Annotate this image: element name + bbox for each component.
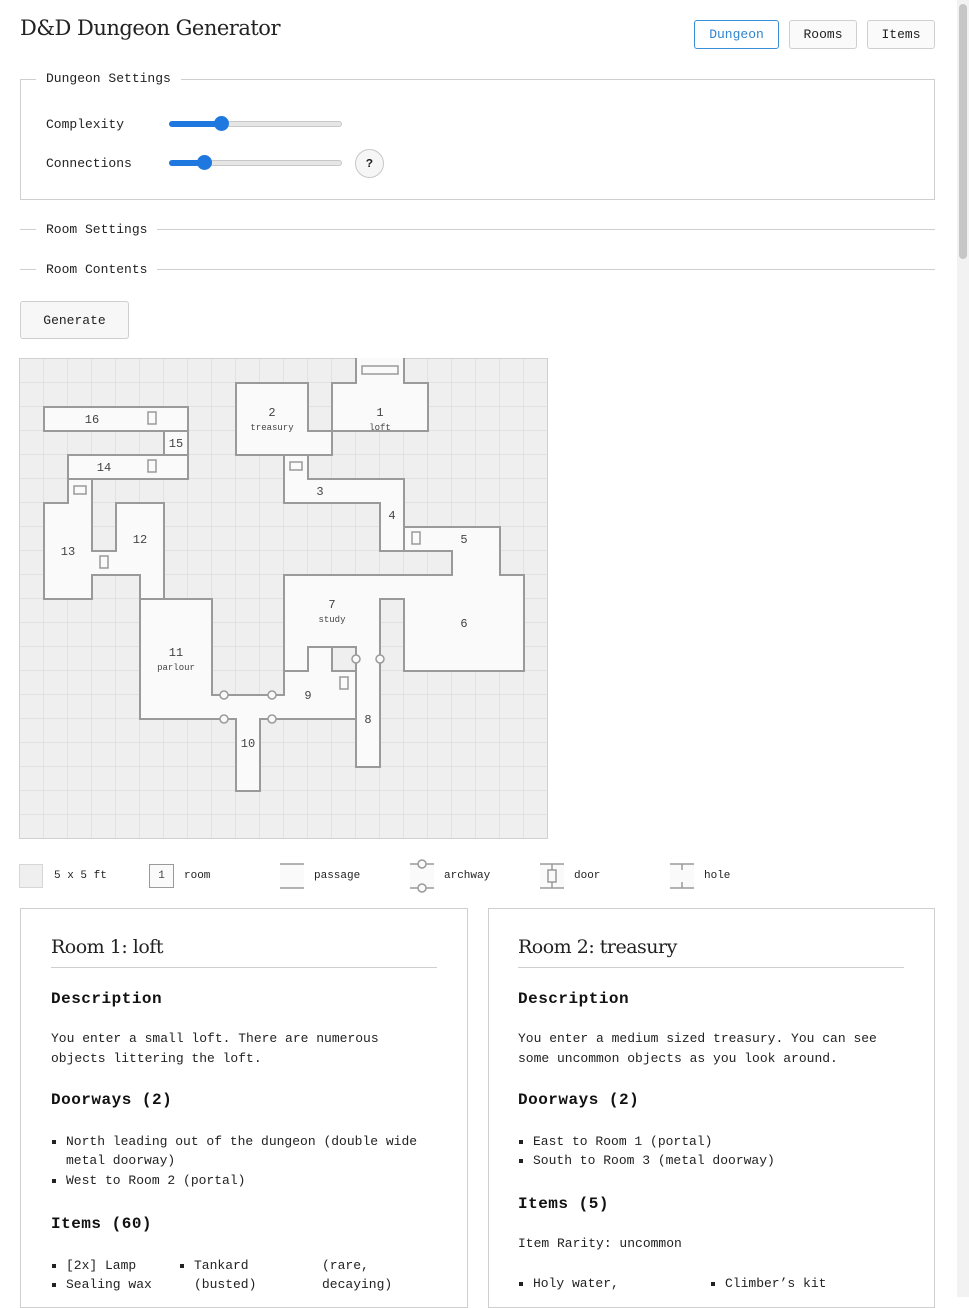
legend-passage-label: passage	[314, 870, 361, 882]
room-name: parlour	[157, 663, 195, 673]
complexity-slider-thumb[interactable]	[214, 116, 229, 131]
app-title: D&D Dungeon Generator	[20, 16, 280, 40]
doorway-item: West to Room 2 (portal)	[52, 1171, 436, 1190]
dungeon-map: 1 loft 2 treasury 3 4 5 6 7 study 8 9 10…	[19, 358, 548, 839]
room-contents-legend[interactable]: Room Contents	[36, 262, 158, 277]
items-heading: Items (60)	[51, 1215, 153, 1233]
room-description: You enter a medium sized treasury. You c…	[518, 1031, 877, 1066]
room-number: 4	[388, 509, 395, 523]
legend-room-label: room	[184, 870, 211, 882]
doorways-heading: Doorways (2)	[51, 1091, 173, 1109]
passage-icon	[280, 863, 304, 889]
door-marker	[147, 411, 157, 425]
room-number: 12	[133, 533, 147, 547]
archway-marker	[267, 690, 277, 700]
dungeon-settings-legend[interactable]: Dungeon Settings	[36, 71, 181, 86]
dungeon-settings-fieldset	[20, 79, 935, 200]
doorway-item: North leading out of the dungeon (double…	[52, 1132, 436, 1170]
room-number: 9	[304, 689, 311, 703]
nav-dungeon-button[interactable]: Dungeon	[694, 20, 779, 49]
archway-marker	[375, 654, 385, 664]
item-entry-detail: (busted)	[194, 1277, 257, 1292]
connections-help-button[interactable]: ?	[355, 149, 384, 178]
room-number: 7	[328, 598, 335, 612]
generate-button[interactable]: Generate	[20, 301, 129, 339]
item-entry: [2x] Lamp	[51, 1258, 137, 1273]
description-heading: Description	[51, 990, 163, 1008]
room-settings-legend[interactable]: Room Settings	[36, 222, 158, 237]
door-marker	[361, 365, 399, 375]
room-number: 6	[460, 617, 467, 631]
item-entry: Holy water,	[519, 1276, 619, 1291]
door-marker	[99, 555, 109, 569]
legend-door-label: door	[574, 870, 601, 882]
item-entry-detail: decaying)	[322, 1277, 393, 1292]
room-card-rule	[518, 967, 904, 968]
door-icon	[540, 863, 564, 889]
room-card-title: Room 2: treasury	[518, 936, 677, 958]
complexity-slider[interactable]	[169, 116, 342, 131]
complexity-label: Complexity	[46, 117, 125, 132]
doorway-item: East to Room 1 (portal)	[519, 1132, 903, 1151]
room-16-shape	[43, 406, 189, 432]
door-marker	[289, 461, 303, 471]
door-marker	[339, 676, 349, 690]
hole-icon	[670, 863, 694, 889]
legend-grid-label: 5 x 5 ft	[54, 870, 107, 882]
legend-room-swatch: 1	[149, 864, 174, 888]
doorway-item: South to Room 3 (metal doorway)	[519, 1151, 903, 1170]
item-rarity: Item Rarity: uncommon	[518, 1236, 682, 1251]
room-number: 15	[169, 437, 183, 451]
room-number: 10	[241, 737, 255, 751]
room-14-shape	[67, 454, 189, 480]
page-scrollbar-thumb[interactable]	[959, 4, 967, 259]
nav-items-button[interactable]: Items	[867, 20, 935, 49]
legend-archway-label: archway	[444, 870, 491, 882]
room-number: 5	[460, 533, 467, 547]
room-number: 11	[169, 646, 183, 660]
connections-slider-thumb[interactable]	[197, 155, 212, 170]
connections-label: Connections	[46, 156, 132, 171]
room-number: 13	[61, 545, 75, 559]
item-entry: Tankard	[180, 1258, 249, 1273]
legend-hole-label: hole	[704, 870, 731, 882]
room-number: 16	[85, 413, 99, 427]
archway-marker	[351, 654, 361, 664]
nav-rooms-button[interactable]: Rooms	[789, 20, 857, 49]
item-entry: Sealing wax	[52, 1277, 152, 1292]
doorways-heading: Doorways (2)	[518, 1091, 640, 1109]
room-description: You enter a small loft. There are numero…	[51, 1031, 379, 1066]
door-marker	[147, 459, 157, 473]
room-number: 3	[316, 485, 323, 499]
room-card-rule	[51, 967, 437, 968]
room-number: 2	[268, 406, 275, 420]
archway-icon	[410, 859, 434, 893]
item-entry-detail: (rare,	[322, 1258, 369, 1273]
room-name: loft	[369, 423, 391, 433]
room-name: study	[318, 615, 346, 625]
description-heading: Description	[518, 990, 630, 1008]
item-entry: Climber’s kit	[710, 1276, 827, 1291]
door-marker	[411, 531, 421, 545]
room-number: 8	[364, 713, 371, 727]
door-marker	[73, 485, 87, 495]
items-heading: Items (5)	[518, 1195, 609, 1213]
archway-marker	[219, 690, 229, 700]
room-number: 14	[97, 461, 111, 475]
archway-marker	[267, 714, 277, 724]
grid-swatch	[19, 864, 43, 888]
room-name: treasury	[250, 423, 294, 433]
archway-marker	[219, 714, 229, 724]
room-number: 1	[376, 406, 383, 420]
room-card-title: Room 1: loft	[51, 936, 163, 958]
connections-slider[interactable]	[169, 155, 342, 170]
